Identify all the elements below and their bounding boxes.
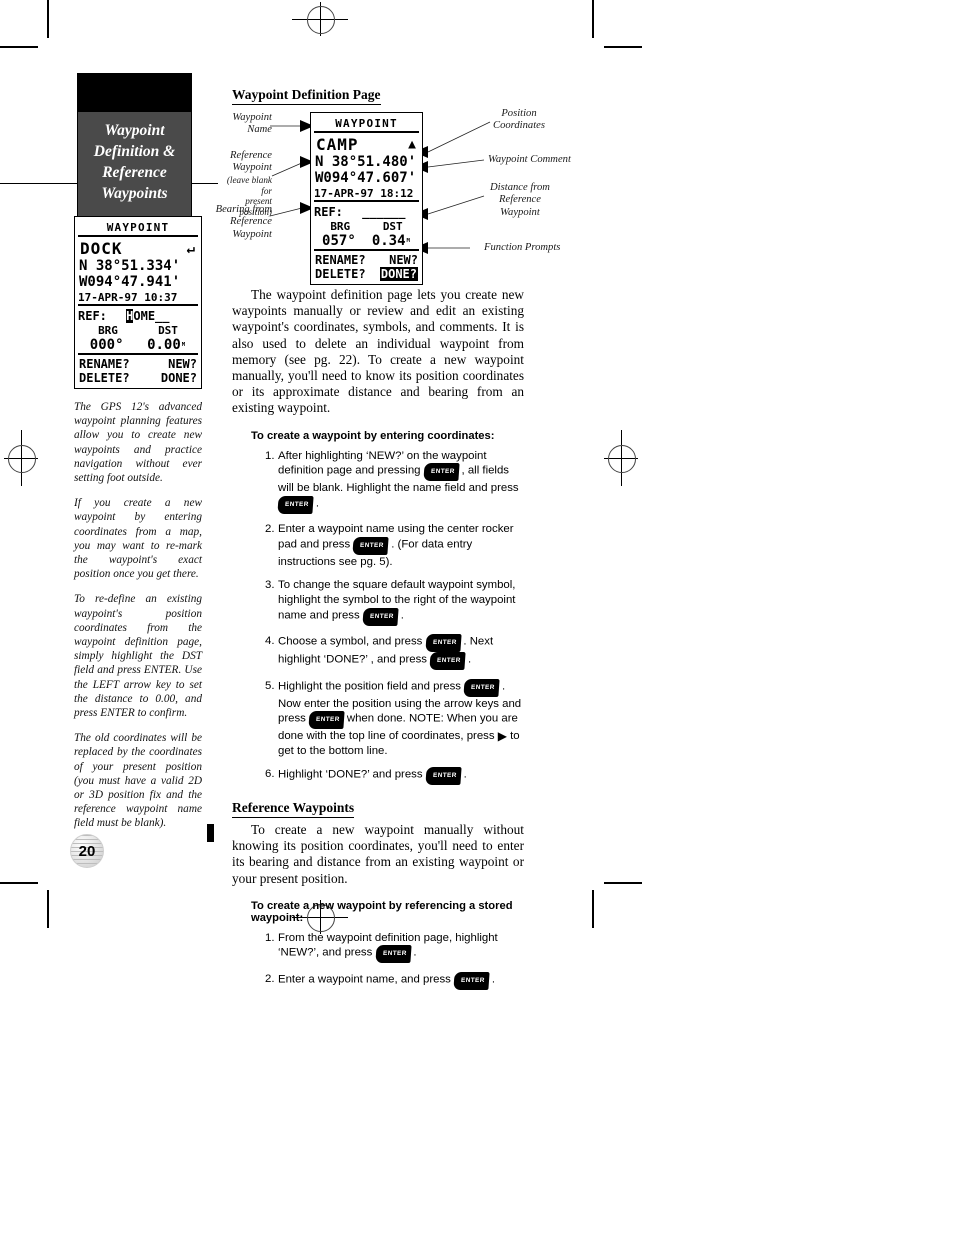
gps-latitude: N 38°51.334' — [79, 258, 181, 274]
chapter-tab-line-1: Waypoint — [104, 122, 165, 139]
chapter-tab-line-4: Waypoints — [101, 185, 168, 202]
enter-key-icon: ENTER — [429, 652, 466, 670]
crop-mark-top-left-h — [0, 46, 38, 48]
list-item: 1. After highlighting ‘NEW?’ on the wayp… — [265, 449, 524, 514]
gps-reference-row: REF: HOME__ — [78, 308, 198, 323]
right-arrow-key-icon: ▶ — [497, 729, 507, 744]
heading-waypoint-definition-page: Waypoint Definition Page — [232, 87, 381, 105]
step-number: 2. — [265, 523, 275, 536]
step-text-a: Enter a waypoint name, and press — [278, 973, 451, 986]
enter-key-icon: ENTER — [425, 767, 462, 785]
paragraph-reference-waypoints: To create a new waypoint manually withou… — [232, 822, 524, 886]
chapter-tab-black-bar — [77, 73, 192, 111]
registration-mark-top — [292, 2, 348, 36]
gps-ref-value-rest: OME__ — [133, 309, 170, 323]
crop-mark-bottom-left-v — [47, 890, 49, 928]
page-edge-marker — [207, 824, 214, 842]
list-item: 2. Enter a waypoint name using the cente… — [265, 522, 524, 569]
step-text-b: . — [400, 609, 404, 622]
chapter-tab-line-2: Definition & — [93, 143, 176, 160]
step-text-c: . — [468, 653, 472, 666]
sidebar: WAYPOINT DOCK ↵ N 38°51.334' W094°47.941… — [74, 216, 202, 831]
gps-waypoint-name-row: DOCK ↵ — [78, 239, 198, 258]
enter-key-icon: ENTER — [453, 972, 490, 990]
chapter-tab-title: Waypoint Definition & Reference Waypoint… — [77, 111, 192, 217]
list-item: 2. Enter a waypoint name, and press ENTE… — [265, 972, 524, 990]
steps-create-by-coordinates: 1. After highlighting ‘NEW?’ on the wayp… — [232, 449, 524, 785]
gps-comment-datetime: 17-APR-97 10:37 — [78, 291, 178, 304]
main-content: Waypoint Definition Page The waypoint de… — [232, 86, 524, 999]
gps-dst-value: 0.00ᴹ — [147, 337, 187, 353]
gps-brg-label: BRG — [98, 324, 118, 337]
enter-key-icon: ENTER — [362, 607, 399, 626]
gps-function-prompts: RENAME? NEW? DELETE? DONE? — [78, 357, 198, 385]
chapter-tab-line-3: Reference — [102, 164, 167, 181]
enter-key-icon: ENTER — [463, 678, 500, 697]
gps-brg-value: 000° — [89, 337, 124, 353]
enter-key-icon: ENTER — [374, 945, 411, 964]
step-text-b: . — [463, 768, 467, 781]
step-number: 5. — [265, 679, 275, 692]
sidebar-note-3: To re-define an existing waypoint's posi… — [74, 593, 202, 720]
step-number: 1. — [265, 449, 275, 462]
registration-mark-right — [604, 430, 638, 486]
gps-brg-dst-values: 000° 0.00ᴹ — [78, 337, 198, 353]
enter-key-icon: ENTER — [424, 634, 461, 653]
sidebar-note-2: If you create a new waypoint by entering… — [74, 497, 202, 581]
enter-key-icon: ENTER — [423, 463, 459, 481]
step-number: 2. — [265, 973, 275, 986]
step-text-a: Highlight ‘DONE?’ and press — [278, 768, 423, 781]
gps-waypoint-name: DOCK — [80, 239, 123, 258]
page-number-globe: 20 — [70, 834, 104, 868]
subheading-create-by-referencing: To create a new waypoint by referencing … — [251, 899, 513, 924]
sidebar-note-4: The old coordinates will be replaced by … — [74, 732, 202, 830]
return-arrow-icon: ↵ — [186, 240, 196, 257]
step-number: 1. — [265, 931, 275, 944]
gps-longitude: W094°47.941' — [79, 274, 181, 290]
step-text-b: . — [413, 947, 417, 959]
paragraph-waypoint-definition: The waypoint definition page lets you cr… — [232, 287, 524, 416]
gps-prompt-rename[interactable]: RENAME? — [79, 357, 130, 371]
step-number: 4. — [265, 635, 275, 648]
sidebar-note-1: The GPS 12's advanced waypoint planning … — [74, 401, 202, 485]
step-number: 6. — [265, 768, 275, 781]
gps-prompt-done[interactable]: DONE? — [161, 371, 197, 385]
chapter-tab: Waypoint Definition & Reference Waypoint… — [77, 73, 192, 217]
registration-mark-left — [4, 430, 38, 486]
gps-prompt-new[interactable]: NEW? — [168, 357, 197, 371]
gps-brg-dst-labels: BRG DST — [78, 323, 198, 337]
heading-reference-waypoints: Reference Waypoints — [232, 800, 355, 818]
step-number: 3. — [265, 579, 275, 592]
crop-mark-bottom-right-h — [604, 882, 642, 884]
subheading-create-by-coordinates: To create a waypoint by entering coordin… — [251, 429, 495, 442]
list-item: 6. Highlight ‘DONE?’ and press ENTER . — [265, 767, 524, 785]
gps-page-title: WAYPOINT — [106, 221, 170, 234]
gps-ref-label: REF: — [78, 309, 107, 323]
step-text-c: . — [315, 497, 320, 510]
list-item: 4. Choose a symbol, and press ENTER . Ne… — [265, 634, 524, 670]
list-item: 3. To change the square default waypoint… — [265, 578, 524, 626]
crop-mark-top-right-h — [604, 46, 642, 48]
sidebar-gps-screenshot: WAYPOINT DOCK ↵ N 38°51.334' W094°47.941… — [74, 216, 202, 389]
enter-key-icon: ENTER — [277, 495, 314, 514]
step-text-b: . — [491, 973, 496, 986]
page-number: 20 — [78, 842, 96, 860]
steps-create-by-referencing: 1. From the waypoint definition page, hi… — [232, 931, 524, 990]
step-text-a: Highlight the position field and press — [278, 680, 461, 693]
crop-mark-top-right-v — [592, 0, 594, 38]
gps-prompt-delete[interactable]: DELETE? — [79, 371, 130, 385]
step-text-a: Choose a symbol, and press — [278, 635, 423, 648]
enter-key-icon: ENTER — [352, 536, 389, 555]
list-item: 5. Highlight the position field and pres… — [265, 678, 524, 758]
gps-dst-unit: ᴹ — [180, 342, 187, 352]
gps-dst-label: DST — [158, 324, 178, 337]
crop-mark-top-left-v — [47, 0, 49, 38]
enter-key-icon: ENTER — [308, 711, 345, 730]
crop-mark-bottom-left-h — [0, 882, 38, 884]
list-item: 1. From the waypoint definition page, hi… — [265, 931, 524, 964]
crop-mark-bottom-right-v — [592, 890, 594, 928]
